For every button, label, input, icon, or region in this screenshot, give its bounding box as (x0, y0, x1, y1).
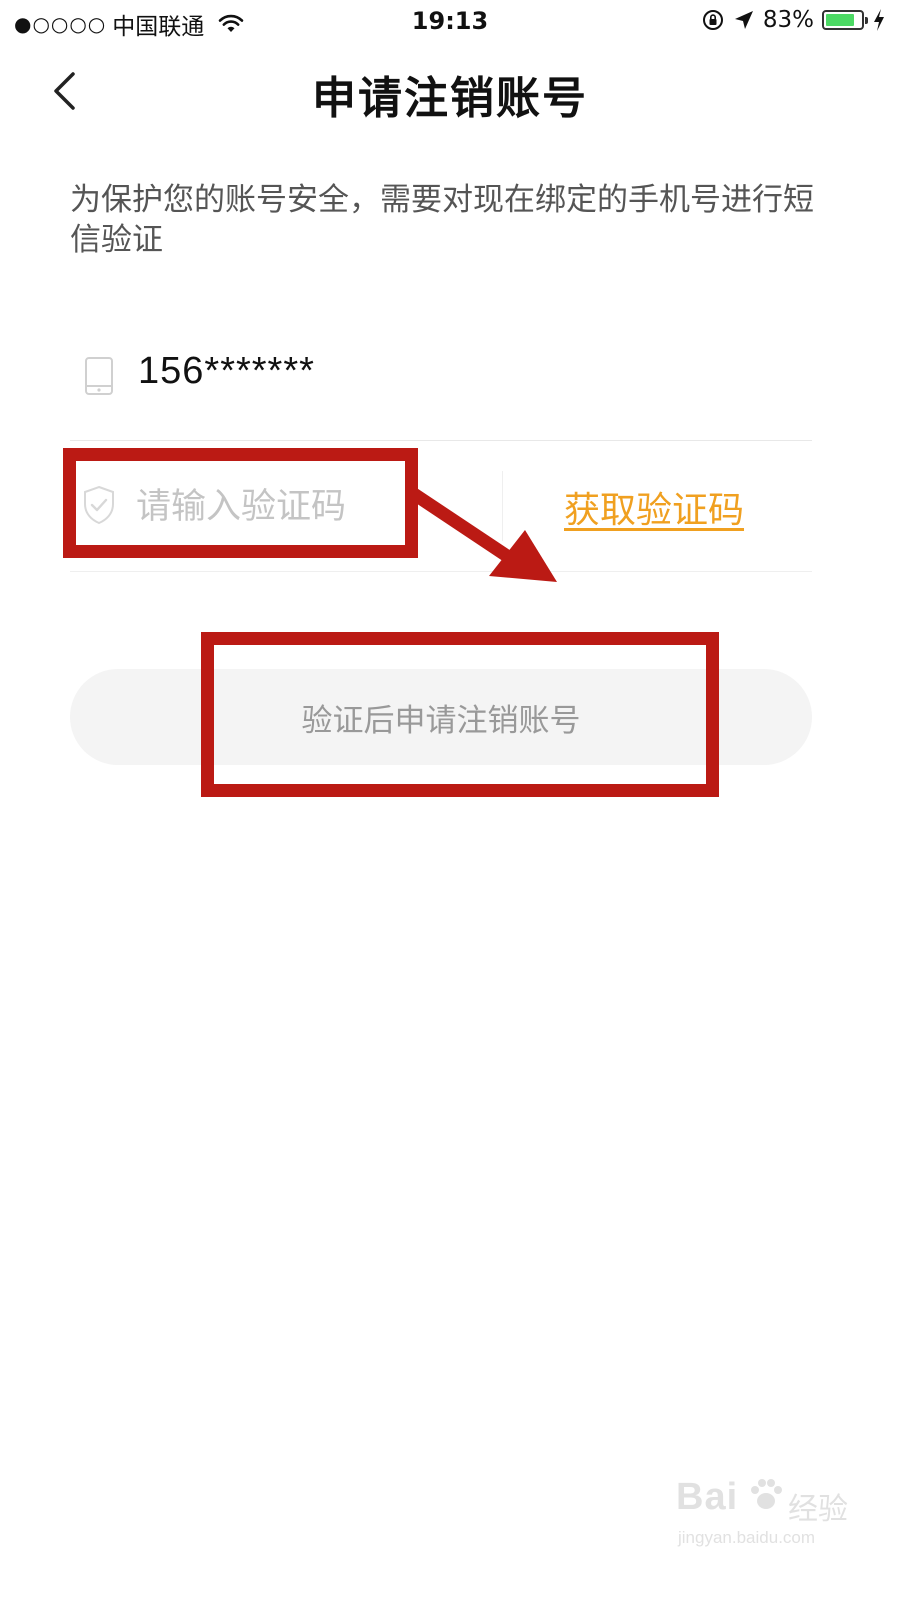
paw-icon (751, 1479, 782, 1509)
verification-code-input[interactable] (136, 479, 486, 535)
watermark-brand: Bai (676, 1476, 739, 1518)
orientation-lock-icon (702, 10, 723, 30)
battery-percent: 83% (762, 7, 814, 33)
page: ●○○○○ 中国联通 19:13 83% 申请注销账号 为保护您的账号安全，需要… (0, 0, 900, 1600)
get-code-button[interactable]: 获取验证码 (564, 481, 744, 533)
phone-icon (85, 357, 113, 395)
battery-cap (865, 17, 868, 24)
code-row: 获取验证码 (70, 441, 812, 572)
watermark-url: jingyan.baidu.com (678, 1528, 816, 1547)
page-title: 申请注销账号 (312, 73, 588, 124)
status-bar: ●○○○○ 中国联通 19:13 83% (0, 0, 900, 44)
submit-button[interactable]: 验证后申请注销账号 (70, 669, 812, 765)
charging-bolt-icon (874, 9, 884, 31)
location-arrow-icon (734, 11, 753, 29)
shield-check-icon (84, 485, 114, 525)
phone-number: 156******* (138, 350, 315, 392)
watermark: Bai 经验 jingyan.baidu.com (676, 1470, 876, 1560)
phone-row: 156******* (70, 330, 812, 441)
watermark-brand-cn: 经验 (788, 1492, 848, 1527)
status-right: 83% (701, 7, 886, 33)
description-text: 为保护您的账号安全，需要对现在绑定的手机号进行短信验证 (70, 182, 814, 258)
battery-icon (822, 10, 868, 30)
code-divider (502, 471, 503, 541)
battery-level (826, 14, 855, 26)
